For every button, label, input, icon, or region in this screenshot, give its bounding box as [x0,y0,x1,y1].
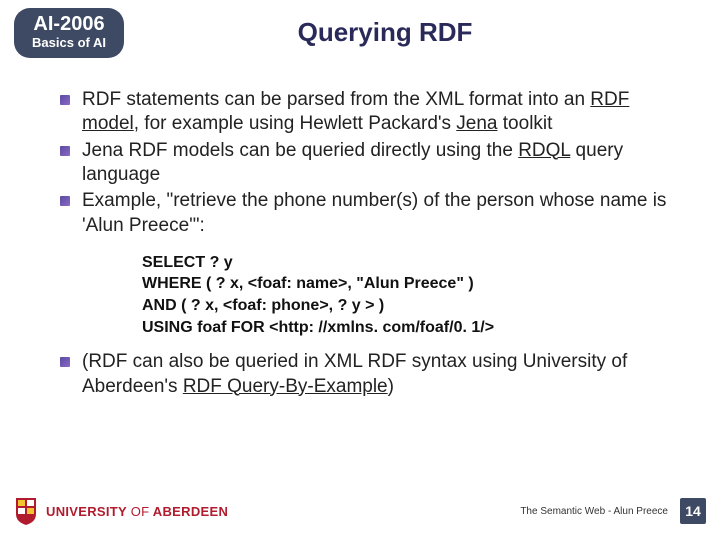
text: ) [388,376,394,397]
university-name: UNIVERSITY OF ABERDEEN [46,504,228,519]
footer: UNIVERSITY OF ABERDEEN The Semantic Web … [0,496,720,526]
university-logo: UNIVERSITY OF ABERDEEN [14,496,228,526]
header: AI-2006 Basics of AI Querying RDF [0,0,720,60]
text: ABERDEEN [149,504,228,519]
code-line: WHERE ( ? x, <foaf: name>, "Alun Preece"… [142,273,672,295]
footer-caption: The Semantic Web - Alun Preece [520,506,668,517]
bullet-4: (RDF can also be queried in XML RDF synt… [60,350,672,399]
bullet-list: RDF statements can be parsed from the XM… [60,88,672,238]
badge-title: AI-2006 [24,13,114,36]
badge-subtitle: Basics of AI [24,36,114,51]
code-line: AND ( ? x, <foaf: phone>, ? y > ) [142,295,672,317]
bullet-1: RDF statements can be parsed from the XM… [60,88,672,137]
text: OF [131,504,150,519]
link-text: Jena [456,113,497,134]
code-block: SELECT ? y WHERE ( ? x, <foaf: name>, "A… [142,252,672,338]
code-line: SELECT ? y [142,252,672,274]
footer-right: The Semantic Web - Alun Preece 14 [520,498,706,524]
bullet-list-2: (RDF can also be queried in XML RDF synt… [60,350,672,399]
text: , for example using Hewlett Packard's [134,113,457,134]
slide-title: Querying RDF [124,17,706,48]
text: Jena RDF models can be queried directly … [82,140,518,161]
course-badge: AI-2006 Basics of AI [14,8,124,58]
bullet-2: Jena RDF models can be queried directly … [60,139,672,188]
content: RDF statements can be parsed from the XM… [0,60,720,399]
shield-icon [14,496,38,526]
text: UNIVERSITY [46,504,131,519]
text: RDF statements can be parsed from the XM… [82,89,590,110]
code-line: USING foaf FOR <http: //xmlns. com/foaf/… [142,317,672,339]
bullet-3: Example, "retrieve the phone number(s) o… [60,189,672,238]
link-text: RDF Query-By-Example [183,376,388,397]
page-number: 14 [680,498,706,524]
link-text: RDQL [518,140,570,161]
text: toolkit [498,113,553,134]
